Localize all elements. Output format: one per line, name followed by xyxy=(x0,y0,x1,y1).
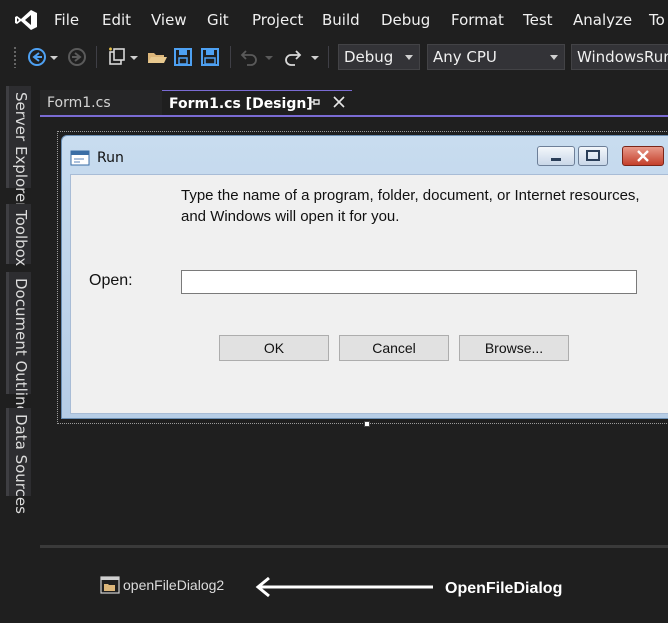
cancel-button[interactable]: Cancel xyxy=(339,335,449,361)
menu-file[interactable]: File xyxy=(54,11,79,29)
side-tab-document-outline[interactable]: Document Outline xyxy=(6,272,31,415)
menu-view[interactable]: View xyxy=(151,11,187,29)
side-tab-server-explorer[interactable]: Server Explorer xyxy=(6,86,31,208)
prompt-label: Type the name of a program, folder, docu… xyxy=(181,187,640,225)
form-run-window[interactable]: Run Type the name of a program, folder, … xyxy=(61,135,668,419)
side-tab-label: Document Outline xyxy=(12,278,30,415)
visual-studio-logo-icon[interactable] xyxy=(13,8,39,32)
menu-tools[interactable]: To xyxy=(649,11,665,29)
toolbar-separator xyxy=(230,46,231,68)
solution-platform-select[interactable]: Any CPU xyxy=(427,44,565,70)
new-dropdown-icon[interactable] xyxy=(129,46,139,68)
new-project-icon[interactable] xyxy=(106,46,128,68)
toolbar-separator xyxy=(96,46,97,68)
ok-button[interactable]: OK xyxy=(219,335,329,361)
menu-test[interactable]: Test xyxy=(523,11,553,29)
standard-toolbar: Debug Any CPU WindowsRunU xyxy=(0,40,668,74)
startup-project-select[interactable]: WindowsRunU xyxy=(571,44,668,70)
menu-edit[interactable]: Edit xyxy=(102,11,131,29)
browse-button[interactable]: Browse... xyxy=(459,335,569,361)
menu-build[interactable]: Build xyxy=(322,11,360,29)
close-icon[interactable] xyxy=(332,95,346,109)
solution-platform-value: Any CPU xyxy=(433,48,497,66)
menu-project[interactable]: Project xyxy=(252,11,303,29)
tab-label: Form1.cs [Design] xyxy=(169,96,313,112)
chevron-down-icon xyxy=(405,55,413,60)
open-folder-icon[interactable] xyxy=(146,46,168,68)
toolbar-separator xyxy=(328,46,329,68)
maximize-icon xyxy=(586,150,600,161)
side-tab-label: Toolbox xyxy=(12,210,30,267)
menu-analyze[interactable]: Analyze xyxy=(573,11,632,29)
solution-configuration-value: Debug xyxy=(344,48,394,66)
startup-project-value: WindowsRunU xyxy=(577,48,668,66)
side-tab-label: Server Explorer xyxy=(12,92,30,209)
resize-handle[interactable] xyxy=(364,421,370,427)
navigate-forward-icon[interactable] xyxy=(66,46,88,68)
open-textbox[interactable] xyxy=(181,270,637,294)
undo-dropdown-icon[interactable] xyxy=(264,46,274,68)
menu-format[interactable]: Format xyxy=(451,11,504,29)
tab-form1-cs[interactable]: Form1.cs xyxy=(40,90,162,116)
navigate-back-icon[interactable] xyxy=(26,46,48,68)
tab-label: Form1.cs xyxy=(47,95,111,111)
tool-window-strip: Server Explorer Toolbox Document Outline… xyxy=(0,80,38,623)
form-client-area: Type the name of a program, folder, docu… xyxy=(70,174,668,414)
redo-icon[interactable] xyxy=(282,46,304,68)
maximize-button[interactable] xyxy=(578,146,608,166)
open-label: Open: xyxy=(89,272,133,289)
undo-icon[interactable] xyxy=(238,46,260,68)
menu-bar: File Edit View Git Project Build Debug F… xyxy=(0,0,668,40)
redo-dropdown-icon[interactable] xyxy=(310,46,320,68)
run-app-icon xyxy=(70,150,90,166)
annotation-label: OpenFileDialog xyxy=(445,580,563,597)
save-all-icon[interactable] xyxy=(199,46,221,68)
back-dropdown-icon[interactable] xyxy=(49,46,59,68)
side-tab-data-sources[interactable]: Data Sources xyxy=(6,408,31,514)
tab-form1-design[interactable]: Form1.cs [Design] xyxy=(162,90,352,116)
save-icon[interactable] xyxy=(172,46,194,68)
toolbar-grip[interactable] xyxy=(13,46,17,68)
chevron-down-icon xyxy=(550,55,558,60)
pin-icon[interactable] xyxy=(308,95,322,109)
side-tab-label: Data Sources xyxy=(12,414,30,514)
document-tab-well: Form1.cs Form1.cs [Design] xyxy=(40,86,668,116)
menu-debug[interactable]: Debug xyxy=(381,11,430,29)
close-window-button[interactable] xyxy=(622,146,664,166)
minimize-icon xyxy=(551,158,561,161)
solution-configuration-select[interactable]: Debug xyxy=(338,44,420,70)
open-file-dialog-icon xyxy=(100,576,120,594)
form-title: Run xyxy=(97,150,124,166)
close-icon xyxy=(637,150,649,162)
side-tab-toolbox[interactable]: Toolbox xyxy=(6,204,31,267)
menu-git[interactable]: Git xyxy=(207,11,229,29)
component-open-file-dialog[interactable]: openFileDialog2 xyxy=(123,577,224,593)
minimize-button[interactable] xyxy=(537,146,575,166)
arrow-left-icon xyxy=(255,576,433,598)
